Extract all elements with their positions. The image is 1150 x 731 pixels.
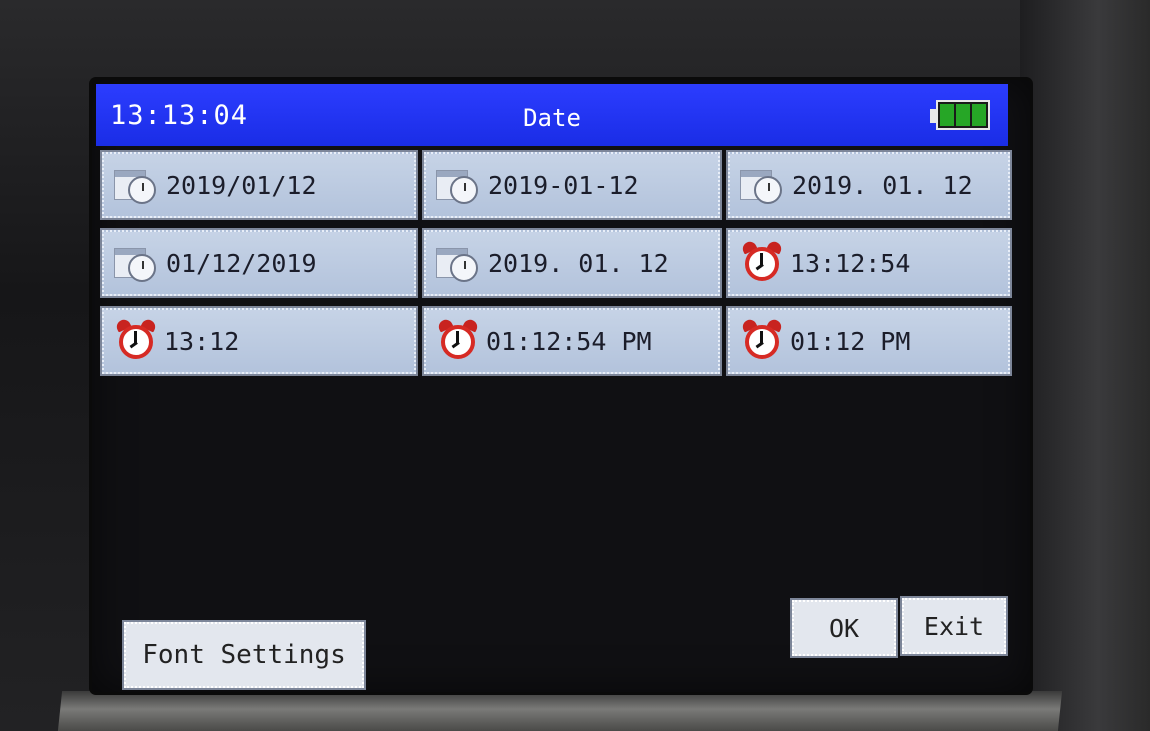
alarm-clock-icon bbox=[114, 317, 158, 362]
format-option-dot-date-alt[interactable]: 2019. 01. 12 bbox=[422, 228, 722, 298]
format-option-label: 2019. 01. 12 bbox=[792, 170, 973, 200]
lcd-screen: 13:13:04 Date 2019/01/12 2019-01-12 2019… bbox=[92, 80, 1030, 692]
format-option-dot-date[interactable]: 2019. 01. 12 bbox=[726, 150, 1012, 220]
ok-button[interactable]: OK bbox=[790, 598, 898, 658]
alarm-clock-icon bbox=[436, 317, 480, 362]
calendar-clock-icon bbox=[114, 244, 160, 282]
format-option-label: 2019. 01. 12 bbox=[488, 248, 669, 278]
format-option-us-date[interactable]: 01/12/2019 bbox=[100, 228, 418, 298]
battery-body bbox=[936, 100, 990, 130]
alarm-clock-icon bbox=[740, 239, 784, 284]
title-bar: 13:13:04 Date bbox=[96, 84, 1008, 146]
page-title: Date bbox=[523, 104, 581, 132]
device-bezel-bottom bbox=[57, 691, 1063, 731]
format-option-label: 2019/01/12 bbox=[166, 170, 317, 200]
battery-cell bbox=[940, 104, 954, 126]
battery-cell bbox=[956, 104, 970, 126]
format-option-dash-date[interactable]: 2019-01-12 bbox=[422, 150, 722, 220]
battery-icon bbox=[930, 100, 994, 132]
format-option-24h[interactable]: 13:12 bbox=[100, 306, 418, 376]
date-format-grid: 2019/01/12 2019-01-12 2019. 01. 12 01/12… bbox=[100, 150, 1012, 376]
format-option-label: 13:12 bbox=[164, 326, 240, 356]
format-option-label: 01:12:54 PM bbox=[486, 326, 652, 356]
font-settings-button[interactable]: Font Settings bbox=[122, 620, 366, 690]
format-option-label: 2019-01-12 bbox=[488, 170, 639, 200]
exit-button[interactable]: Exit bbox=[900, 596, 1008, 656]
format-option-24h-seconds[interactable]: 13:12:54 bbox=[726, 228, 1012, 298]
format-option-label: 13:12:54 bbox=[790, 248, 911, 278]
device-bezel-right bbox=[1020, 0, 1150, 731]
format-option-12h-seconds[interactable]: 01:12:54 PM bbox=[422, 306, 722, 376]
calendar-clock-icon bbox=[740, 166, 786, 204]
format-option-12h[interactable]: 01:12 PM bbox=[726, 306, 1012, 376]
format-option-label: 01:12 PM bbox=[790, 326, 911, 356]
alarm-clock-icon bbox=[740, 317, 784, 362]
calendar-clock-icon bbox=[436, 166, 482, 204]
calendar-clock-icon bbox=[436, 244, 482, 282]
calendar-clock-icon bbox=[114, 166, 160, 204]
format-option-slash-date[interactable]: 2019/01/12 bbox=[100, 150, 418, 220]
format-option-label: 01/12/2019 bbox=[166, 248, 317, 278]
battery-cell bbox=[972, 104, 986, 126]
